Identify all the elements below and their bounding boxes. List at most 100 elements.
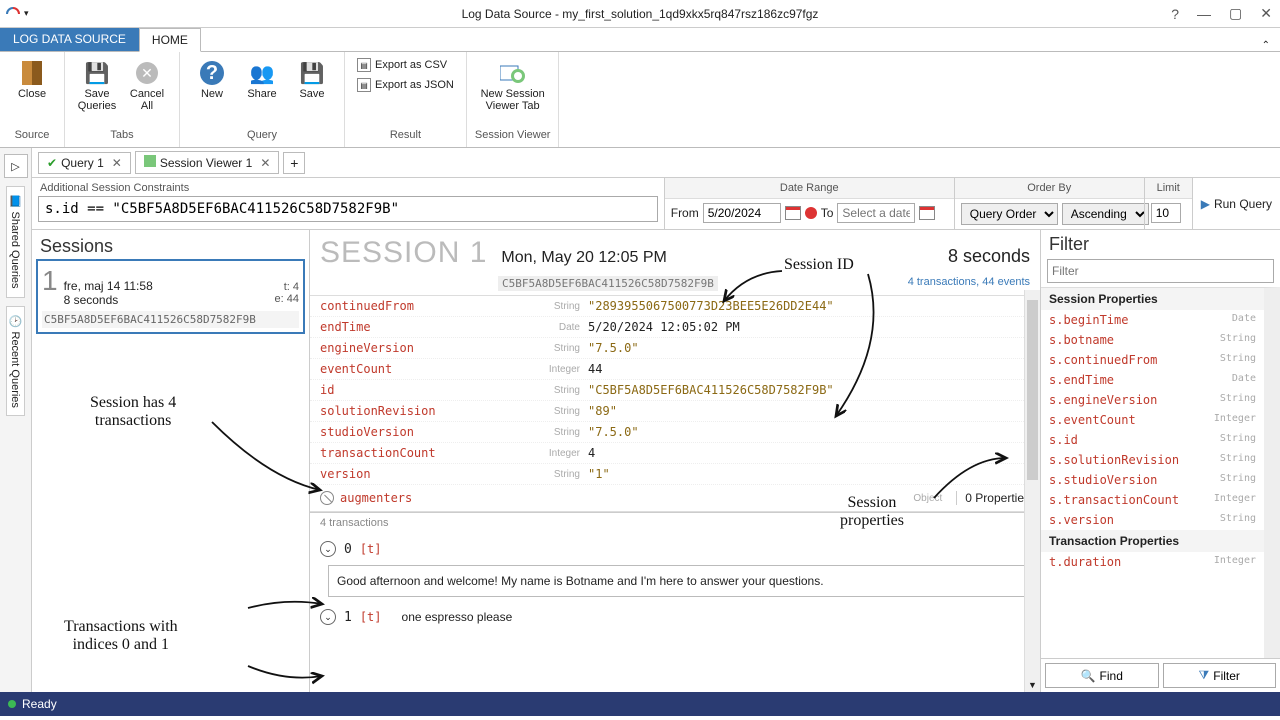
save-icon: 💾 <box>84 60 110 86</box>
new-session-viewer-button[interactable]: New Session Viewer Tab <box>477 56 549 129</box>
order-by-label: Order By <box>955 178 1144 199</box>
ribbon-tab-home[interactable]: HOME <box>139 28 201 52</box>
calendar-icon[interactable] <box>785 206 801 220</box>
filter-prop-row[interactable]: s.solutionRevisionString <box>1041 450 1264 470</box>
filter-prop-row[interactable]: s.transactionCountInteger <box>1041 490 1264 510</box>
filter-prop-row[interactable]: s.beginTimeDate <box>1041 310 1264 330</box>
expand-toggle-icon[interactable]: ⌄ <box>320 541 336 557</box>
session-props-header: Session Properties <box>1041 288 1264 310</box>
save-query-button[interactable]: 💾 Save <box>288 56 336 129</box>
help-button[interactable]: ? <box>1171 6 1179 22</box>
status-text: Ready <box>22 697 57 711</box>
sessions-title: Sessions <box>36 234 305 259</box>
share-button[interactable]: 👥 Share <box>238 56 286 129</box>
status-bar: Ready <box>0 692 1280 716</box>
limit-label: Limit <box>1145 178 1192 199</box>
filter-prop-row[interactable]: t.durationInteger <box>1041 552 1264 572</box>
ribbon: Close Source 💾 Save Queries ✕ Cancel All… <box>0 52 1280 148</box>
find-button[interactable]: 🔍Find <box>1045 663 1159 688</box>
run-query-button[interactable]: ▶ Run Query <box>1192 178 1280 229</box>
play-icon: ▶ <box>1201 197 1210 211</box>
close-button[interactable]: Close <box>8 56 56 129</box>
constraint-label: Additional Session Constraints <box>32 178 664 196</box>
sessions-column: Sessions 1 fre, maj 14 11:58 8 seconds t… <box>32 230 310 692</box>
property-row: eventCountInteger44 <box>310 359 1040 380</box>
check-icon: ✔ <box>47 156 57 170</box>
door-icon <box>19 60 45 86</box>
order-dir-select[interactable]: Ascending <box>1062 203 1149 225</box>
property-row: solutionRevisionString89 <box>310 401 1040 422</box>
save-queries-button[interactable]: 💾 Save Queries <box>73 56 121 129</box>
filter-prop-row[interactable]: s.versionString <box>1041 510 1264 530</box>
filter-title: Filter <box>1041 230 1280 259</box>
from-date-input[interactable] <box>703 203 781 223</box>
filter-prop-row[interactable]: s.eventCountInteger <box>1041 410 1264 430</box>
expand-toggle-icon[interactable]: ⌄ <box>320 609 336 625</box>
filter-prop-row[interactable]: s.idString <box>1041 430 1264 450</box>
property-row: engineVersionString7.5.0 <box>310 338 1040 359</box>
clear-date-icon[interactable] <box>805 207 817 219</box>
transaction-message: Good afternoon and welcome! My name is B… <box>328 565 1030 597</box>
filter-prop-row[interactable]: s.botnameString <box>1041 330 1264 350</box>
session-viewer-icon <box>500 60 526 86</box>
property-row: transactionCountInteger4 <box>310 443 1040 464</box>
filter-prop-row[interactable]: s.engineVersionString <box>1041 390 1264 410</box>
file-icon: ▤ <box>357 58 371 72</box>
cancel-all-button[interactable]: ✕ Cancel All <box>123 56 171 129</box>
filter-column: Filter Session Properties s.beginTimeDat… <box>1040 230 1280 692</box>
session-detail: SESSION 1 Mon, May 20 12:05 PM 8 seconds… <box>310 230 1040 692</box>
filter-prop-row[interactable]: s.endTimeDate <box>1041 370 1264 390</box>
filter-input[interactable] <box>1047 259 1274 283</box>
order-field-select[interactable]: Query Order <box>961 203 1058 225</box>
query-bar: Additional Session Constraints Date Rang… <box>32 178 1280 230</box>
session-datetime: Mon, May 20 12:05 PM <box>501 249 666 267</box>
left-tool-rail: ▷ 📘 Shared Queries 🕑 Recent Queries <box>0 148 32 692</box>
to-date-input[interactable] <box>837 203 915 223</box>
augmenters-row[interactable]: augmenters Object 0 Properties <box>310 485 1040 512</box>
file-icon: ▤ <box>357 78 371 92</box>
transaction-row-0[interactable]: ⌄ 0 [t] <box>320 537 1030 561</box>
filter-button[interactable]: ⧩Filter <box>1163 663 1277 688</box>
expand-rail-button[interactable]: ▷ <box>4 154 28 178</box>
property-row: versionString1 <box>310 464 1040 485</box>
filter-prop-row[interactable]: s.studioVersionString <box>1041 470 1264 490</box>
date-range-label: Date Range <box>665 178 954 199</box>
session-duration: 8 seconds <box>948 246 1030 267</box>
property-row: continuedFromString2893955067500773D23BE… <box>310 296 1040 317</box>
property-row: idStringC5BF5A8D5EF6BAC411526C58D7582F9B <box>310 380 1040 401</box>
property-row: studioVersionString7.5.0 <box>310 422 1040 443</box>
property-row: endTimeDate5/20/2024 12:05:02 PM <box>310 317 1040 338</box>
status-indicator-icon <box>8 700 16 708</box>
null-icon <box>320 491 334 505</box>
close-window-button[interactable]: ✕ <box>1260 5 1272 22</box>
filter-prop-row[interactable]: s.continuedFromString <box>1041 350 1264 370</box>
export-csv-button[interactable]: ▤Export as CSV <box>353 56 451 74</box>
ribbon-tab-log-data-source[interactable]: LOG DATA SOURCE <box>0 27 139 51</box>
ribbon-tabs: LOG DATA SOURCE HOME ⌃ <box>0 28 1280 52</box>
shared-queries-tab[interactable]: 📘 Shared Queries <box>6 186 25 298</box>
session-card[interactable]: 1 fre, maj 14 11:58 8 seconds t: 4 e: 44… <box>36 259 305 334</box>
export-json-button[interactable]: ▤Export as JSON <box>353 76 458 94</box>
transaction-message: one espresso please <box>402 610 513 624</box>
clock-icon: 🕑 <box>9 315 21 328</box>
transactions-divider: 4 transactions <box>310 512 1040 533</box>
title-bar: ▾ Log Data Source - my_first_solution_1q… <box>0 0 1280 28</box>
calendar-icon[interactable] <box>919 206 935 220</box>
minimize-button[interactable]: — <box>1197 6 1211 22</box>
transaction-props-header: Transaction Properties <box>1041 530 1264 552</box>
limit-input[interactable] <box>1151 203 1181 223</box>
tab-query-1[interactable]: ✔ Query 1 ✕ <box>38 152 131 174</box>
maximize-button[interactable]: ▢ <box>1229 5 1242 22</box>
transaction-row-1[interactable]: ⌄ 1 [t] one espresso please <box>320 605 1030 629</box>
new-query-button[interactable]: ? New <box>188 56 236 129</box>
scrollbar[interactable]: ▼ <box>1024 290 1040 692</box>
tab-session-viewer-1[interactable]: Session Viewer 1 ✕ <box>135 151 280 174</box>
add-tab-button[interactable]: + <box>283 152 305 174</box>
close-tab-icon[interactable]: ✕ <box>260 156 270 170</box>
collapse-ribbon-icon[interactable]: ⌃ <box>1262 40 1270 51</box>
constraint-input[interactable] <box>38 196 658 222</box>
recent-queries-tab[interactable]: 🕑 Recent Queries <box>6 306 25 417</box>
close-tab-icon[interactable]: ✕ <box>112 156 122 170</box>
document-tabs: ✔ Query 1 ✕ Session Viewer 1 ✕ + <box>32 148 1280 178</box>
window-title: Log Data Source - my_first_solution_1qd9… <box>0 7 1280 21</box>
